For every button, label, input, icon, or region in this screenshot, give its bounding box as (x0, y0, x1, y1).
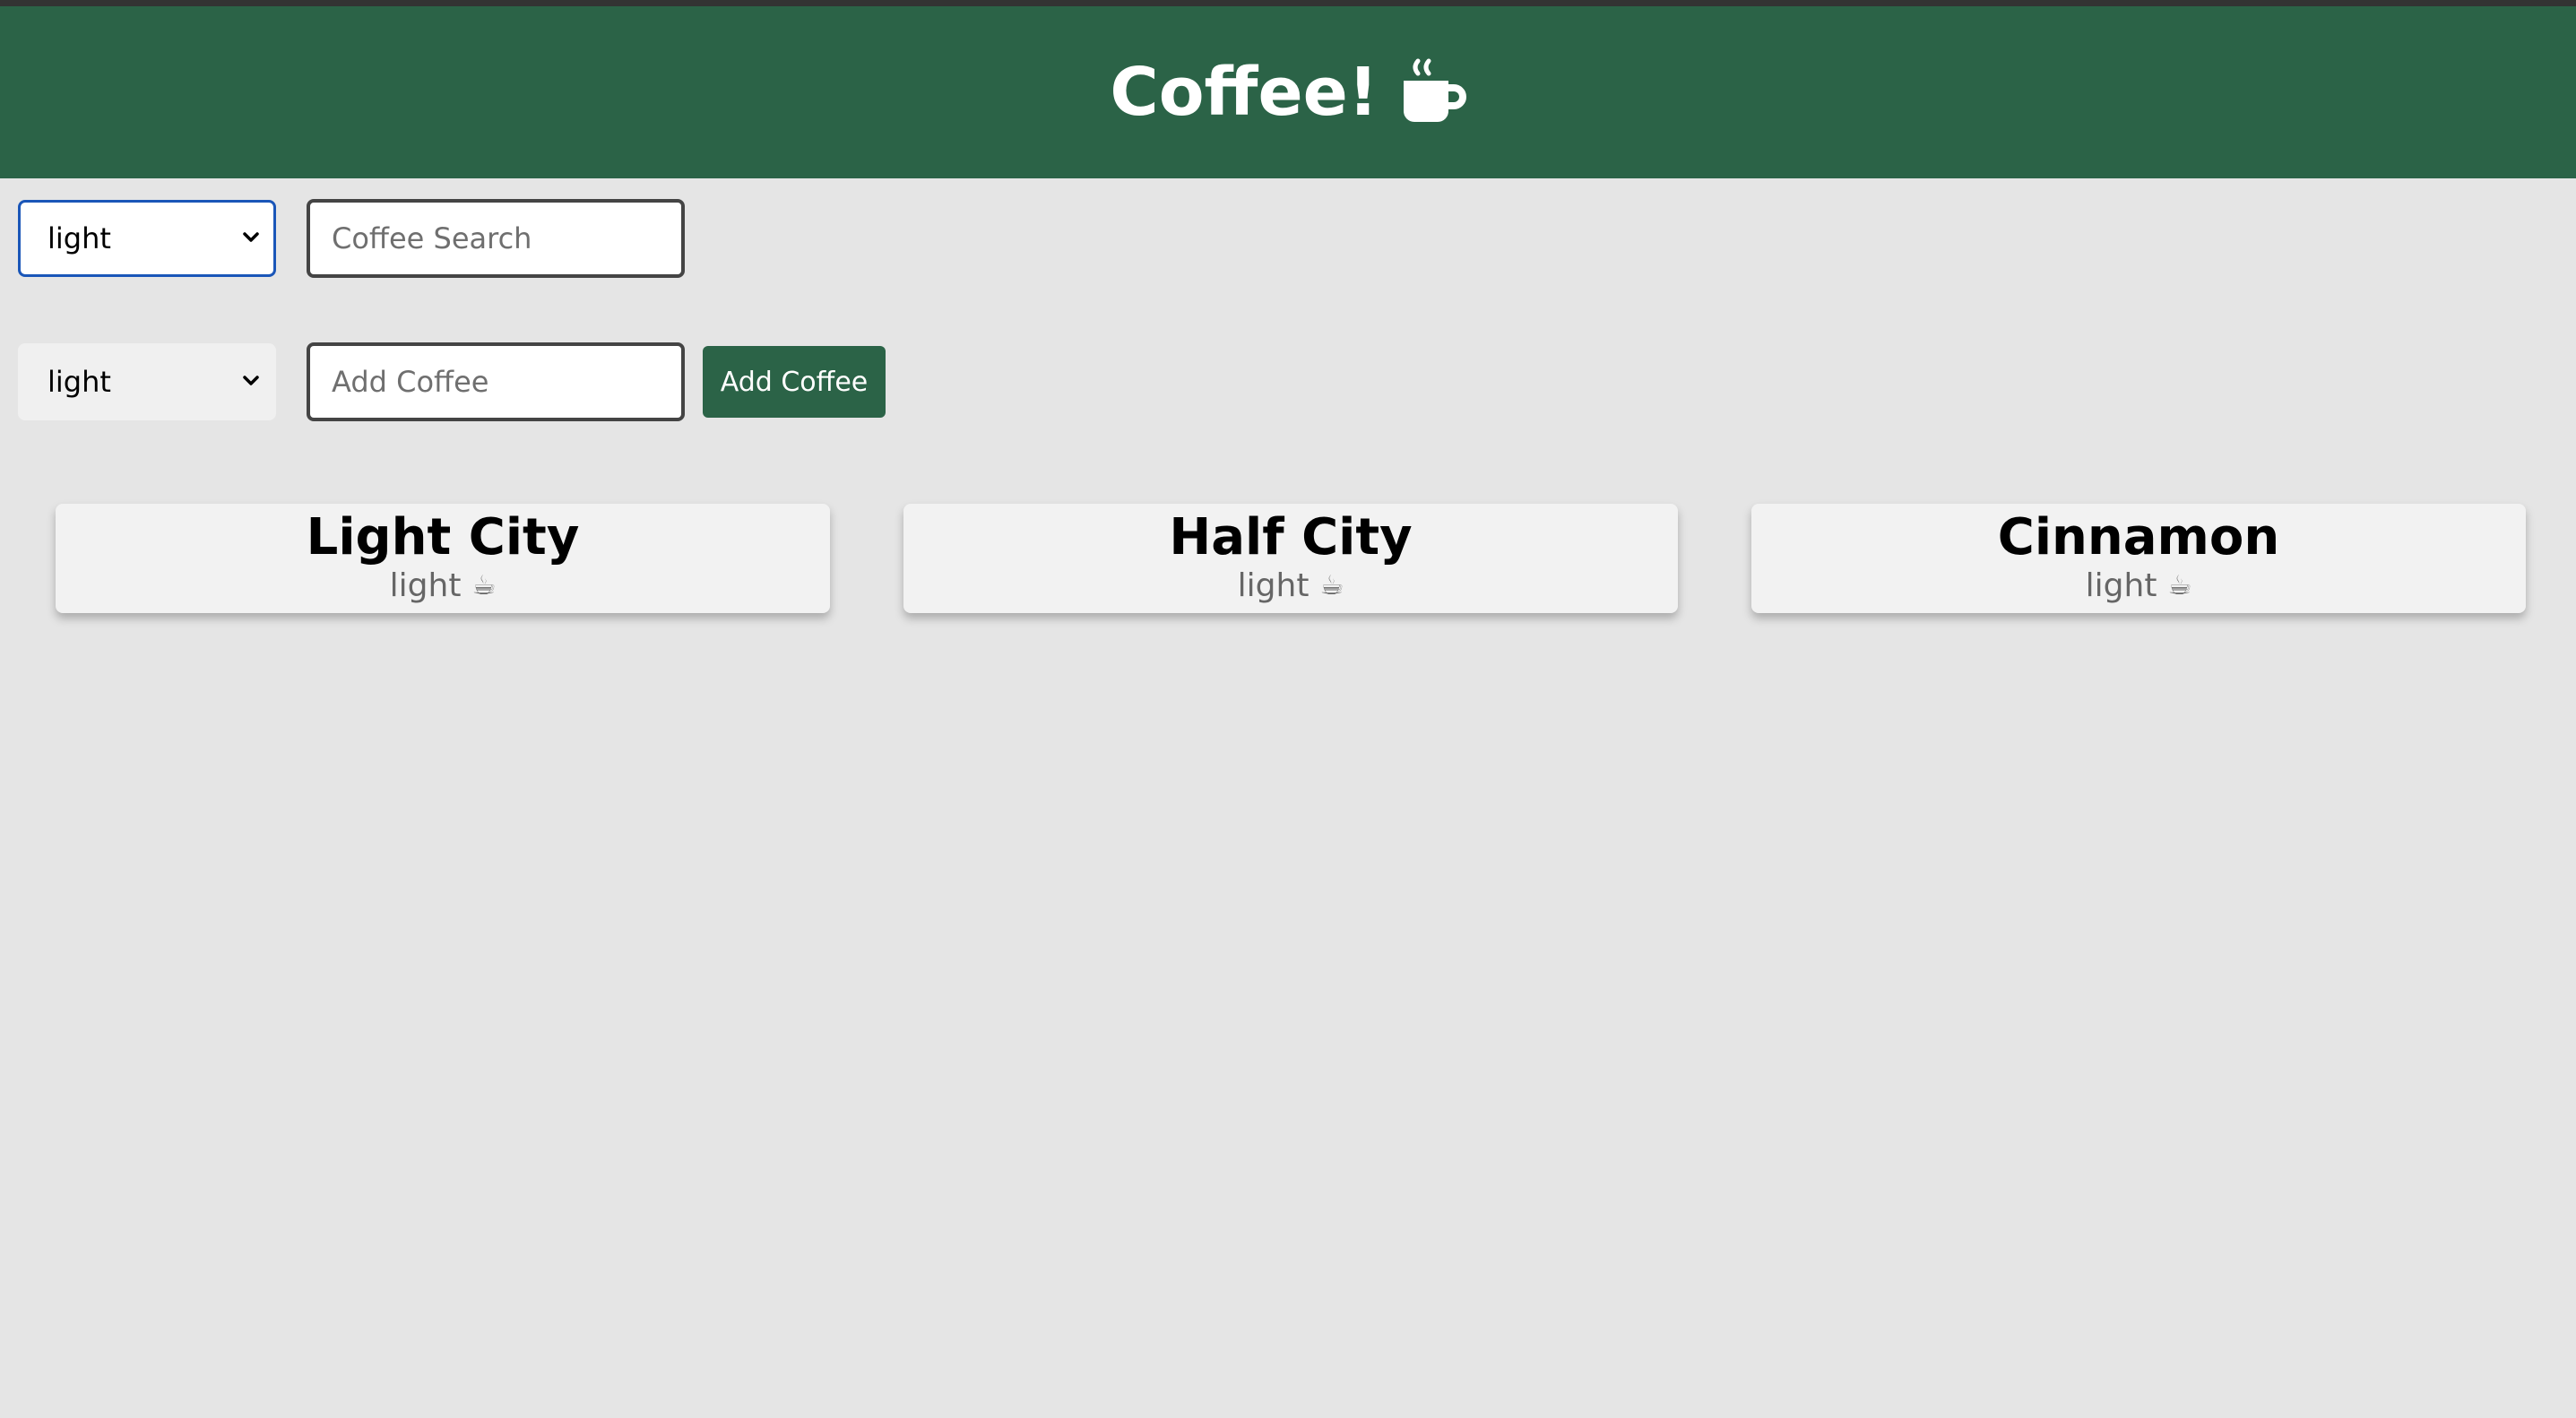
top-border (0, 0, 2576, 6)
coffee-roast-label: light (389, 567, 462, 604)
coffee-search-input[interactable] (307, 199, 685, 278)
mug-hot-icon (1403, 58, 1466, 122)
add-coffee-input[interactable] (307, 342, 685, 421)
coffee-roast-label: light (1237, 567, 1310, 604)
coffee-list: Light City light ☕ Half City light ☕ Cin… (56, 504, 2526, 613)
coffee-roast: light ☕ (2086, 566, 2192, 607)
page-header: Coffee! (0, 6, 2576, 178)
chevron-down-icon (243, 232, 259, 242)
coffee-roast: light ☕ (390, 566, 497, 607)
add-coffee-row: light Add Coffee (18, 342, 886, 421)
search-roast-selected: light (48, 221, 111, 255)
add-coffee-button[interactable]: Add Coffee (703, 346, 886, 418)
coffee-cup-icon: ☕ (1319, 570, 1344, 601)
coffee-name: Cinnamon (1997, 508, 2280, 566)
chevron-down-icon (243, 376, 259, 385)
search-roast-select[interactable]: light (18, 200, 276, 277)
coffee-name: Light City (306, 508, 580, 566)
coffee-cup-icon: ☕ (2167, 570, 2192, 601)
coffee-name: Half City (1169, 508, 1413, 566)
coffee-card: Half City light ☕ (903, 504, 1678, 613)
search-row: light (18, 199, 685, 278)
page-title: Coffee! (1110, 54, 1466, 131)
coffee-card: Light City light ☕ (56, 504, 830, 613)
coffee-cup-icon: ☕ (471, 570, 497, 601)
coffee-card: Cinnamon light ☕ (1751, 504, 2526, 613)
add-roast-selected: light (48, 365, 111, 399)
page-title-text: Coffee! (1110, 54, 1379, 131)
coffee-roast: light ☕ (1238, 566, 1344, 607)
coffee-roast-label: light (2085, 567, 2157, 604)
add-roast-select[interactable]: light (18, 343, 276, 420)
